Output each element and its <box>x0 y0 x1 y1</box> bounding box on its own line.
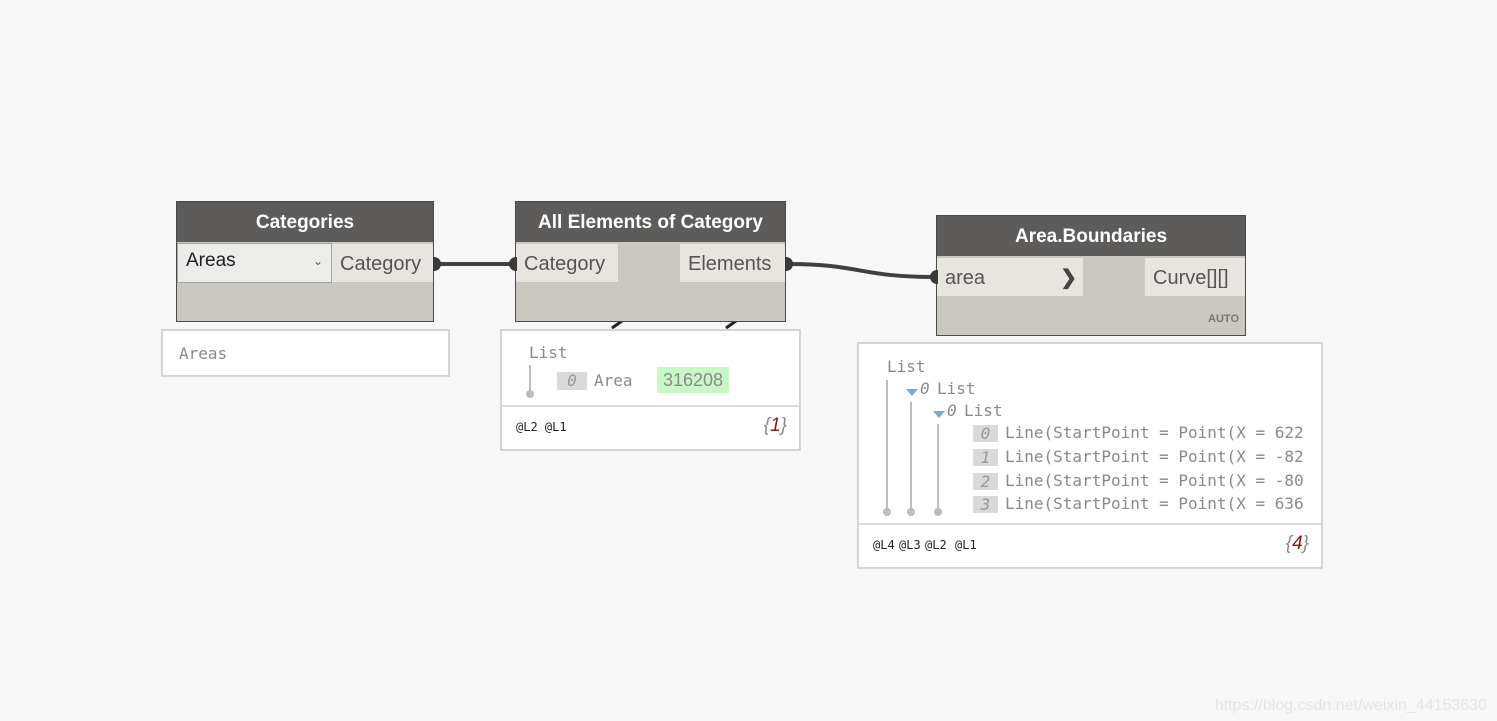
tree-line <box>529 365 531 391</box>
preview-footer: @L4 @L3 @L2 @L1 {4} <box>859 523 1321 567</box>
wire-all-elements-to-area-boundaries[interactable] <box>787 262 935 279</box>
all-elements-of-category-node[interactable]: All Elements of Category Category Elemen… <box>515 201 786 322</box>
input-port-area[interactable]: area ❯ <box>937 258 1083 296</box>
item-index: 3 <box>973 496 998 513</box>
chevron-down-icon: ⌄ <box>312 254 323 268</box>
list-root-label: List <box>529 343 568 362</box>
categories-preview: Areas <box>161 329 450 377</box>
chevron-right-icon[interactable]: ❯ <box>1060 258 1077 298</box>
list-item: Line(StartPoint = Point(X = -82 <box>1005 447 1304 466</box>
area-boundaries-node[interactable]: Area.Boundaries area ❯ Curve[][] AUTO <box>936 215 1246 336</box>
category-dropdown[interactable]: Areas ⌄ <box>177 243 332 283</box>
collapse-triangle-icon[interactable] <box>933 411 945 418</box>
item-value: 316208 <box>657 367 730 393</box>
tree-end-dot <box>883 508 891 516</box>
preview-connector-right <box>725 319 737 330</box>
node-title[interactable]: Categories <box>177 202 433 242</box>
categories-node[interactable]: Categories Areas ⌄ Category <box>176 201 434 322</box>
preview-footer: @L2 @L1 {1} <box>502 405 799 449</box>
tree-line <box>910 402 912 510</box>
item-index: 0 <box>973 425 998 442</box>
sublist-label: List <box>964 401 1003 420</box>
node-title[interactable]: Area.Boundaries <box>937 216 1245 256</box>
preview-value: Areas <box>179 344 228 363</box>
list-item: Line(StartPoint = Point(X = 622 <box>1005 423 1304 442</box>
list-level-l1[interactable]: @L1 <box>955 538 977 552</box>
list-root-label: List <box>887 357 926 376</box>
watermark: https://blog.csdn.net/weixin_44153630 <box>1214 697 1487 714</box>
port-label: Category <box>524 253 606 275</box>
item-count: {4} <box>1285 533 1309 554</box>
list-levels[interactable]: @L2 @L1 <box>516 420 567 434</box>
tree-line <box>937 424 939 510</box>
list-level-l2[interactable]: @L2 <box>925 538 947 552</box>
area-boundaries-preview: List 0 List 0 List 0 Line(StartPoint = P… <box>857 342 1323 569</box>
item-label: Area <box>594 371 633 390</box>
output-port-curve[interactable]: Curve[][] <box>1145 258 1245 296</box>
output-port-elements[interactable]: Elements <box>680 244 785 282</box>
list-item: Line(StartPoint = Point(X = -80 <box>1005 471 1304 490</box>
sublist-index: 0 <box>920 379 930 398</box>
tree-end-dot <box>526 390 534 398</box>
list-level-l4[interactable]: @L4 <box>873 538 895 552</box>
input-connector-dot[interactable] <box>509 257 517 271</box>
tree-end-dot <box>934 508 942 516</box>
preview-connector-left <box>611 319 623 330</box>
collapse-triangle-icon[interactable] <box>906 389 918 396</box>
item-index: 2 <box>973 473 998 490</box>
port-label: Curve[][] <box>1153 267 1229 289</box>
tree-end-dot <box>907 508 915 516</box>
dropdown-value: Areas <box>186 250 236 271</box>
sublist-label: List <box>937 379 976 398</box>
node-title[interactable]: All Elements of Category <box>516 202 785 242</box>
tree-line <box>886 380 888 510</box>
output-port-category[interactable]: Category <box>332 244 433 282</box>
list-level-l3[interactable]: @L3 <box>899 538 921 552</box>
port-label: Elements <box>688 253 772 275</box>
sublist-index: 0 <box>947 401 957 420</box>
all-elements-preview: List 0 Area 316208 @L2 @L1 {1} <box>500 329 801 451</box>
lacing-badge[interactable]: AUTO <box>1208 313 1239 325</box>
item-index: 1 <box>973 449 998 466</box>
list-item: Line(StartPoint = Point(X = 636 <box>1005 494 1304 513</box>
port-label: Category <box>340 253 422 275</box>
item-count: {1} <box>763 415 787 436</box>
port-label: area <box>945 267 986 289</box>
item-index: 0 <box>557 372 587 390</box>
input-connector-dot[interactable] <box>930 270 938 284</box>
input-port-category[interactable]: Category <box>516 244 618 282</box>
